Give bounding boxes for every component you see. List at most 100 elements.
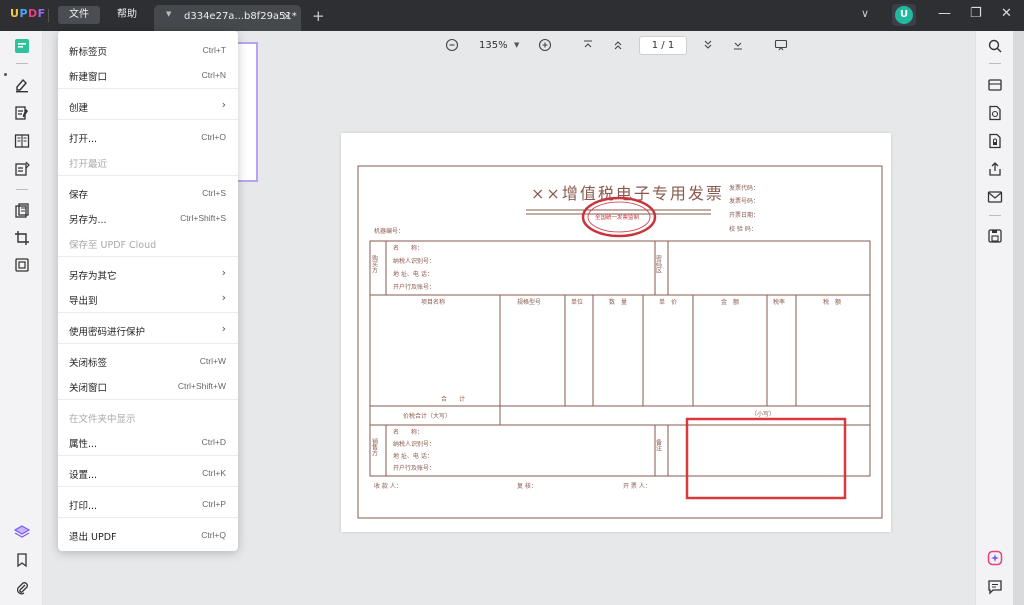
chevron-right-icon: ›	[221, 266, 226, 279]
invoice-drawing: ××增值税电子专用发票 全国统一发票监制 发票代码： 发票号码： 开票日期： 校…	[357, 165, 883, 519]
menu-item-label: 使用密码进行保护	[69, 327, 146, 338]
ocr-document-icon[interactable]	[14, 203, 30, 219]
tab-title: d334e27a...b8f29a51*	[184, 11, 297, 22]
menu-item-label: 关闭标签	[69, 358, 108, 369]
col-spec: 规格型号	[517, 298, 541, 306]
first-page-icon[interactable]	[581, 38, 595, 52]
page-number-input[interactable]: 1 / 1	[639, 36, 687, 55]
menu-item[interactable]: 关闭标签 Ctrl+W	[58, 351, 238, 371]
toolbar-separator	[16, 63, 28, 64]
close-window-icon[interactable]: ✕	[1001, 6, 1012, 21]
protect-icon[interactable]	[987, 133, 1003, 149]
page-thumbnail[interactable]	[236, 42, 258, 182]
menu-item[interactable]: 新建窗口 Ctrl+N	[58, 65, 238, 85]
new-tab-button[interactable]: +	[312, 7, 325, 25]
remark-label: 备注	[655, 438, 662, 452]
page-organize-icon[interactable]	[14, 133, 30, 149]
menu-item-shortcut: Ctrl+P	[202, 499, 226, 509]
menu-item-shortcut: Ctrl+Shift+S	[180, 213, 226, 223]
menu-item[interactable]: 导出到 ›	[58, 289, 238, 309]
menu-item[interactable]: 属性... Ctrl+D	[58, 432, 238, 452]
zoom-out-icon[interactable]	[445, 38, 459, 52]
chevron-down-icon[interactable]: ∨	[861, 7, 869, 20]
menu-item[interactable]: 退出 UPDF Ctrl+Q	[58, 525, 238, 545]
crop-icon[interactable]	[14, 230, 30, 246]
header-number-label: 发票号码：	[729, 197, 759, 205]
chevron-right-icon: ›	[221, 98, 226, 111]
left-toolbar	[0, 31, 43, 605]
menu-item[interactable]: 另存为其它 ›	[58, 264, 238, 284]
menu-separator	[58, 88, 238, 89]
previous-page-icon[interactable]	[611, 38, 625, 52]
seller-address-label: 地 址、电 话：	[393, 452, 433, 460]
save-icon[interactable]	[987, 228, 1003, 244]
amount-small-label: （小写）	[751, 410, 775, 418]
menu-item[interactable]: 另存为... Ctrl+Shift+S	[58, 208, 238, 228]
zoom-level[interactable]: 135%	[479, 40, 508, 51]
col-quantity: 数 量	[609, 298, 627, 306]
form-icon[interactable]	[14, 161, 30, 177]
menu-item-shortcut: Ctrl+T	[202, 45, 226, 55]
menu-item[interactable]: 打印... Ctrl+P	[58, 494, 238, 514]
tab-close-icon[interactable]: ×	[282, 9, 292, 23]
tab-dropdown-icon[interactable]: ▼	[166, 10, 171, 18]
menu-item-shortcut: Ctrl+O	[201, 132, 226, 142]
menu-item-label: 打开最近	[69, 159, 108, 170]
menu-item[interactable]: 保存 Ctrl+S	[58, 183, 238, 203]
col-amount: 金 额	[721, 298, 739, 306]
comment-icon[interactable]	[14, 77, 30, 93]
zoom-dropdown-icon[interactable]: ▼	[514, 41, 519, 49]
menu-item-label: 创建	[69, 103, 89, 114]
next-page-icon[interactable]	[701, 38, 715, 52]
convert-icon[interactable]	[987, 105, 1003, 121]
avatar-letter: U	[895, 6, 913, 24]
menu-item-label: 导出到	[69, 296, 98, 307]
comment-list-icon[interactable]	[987, 579, 1003, 595]
search-icon[interactable]	[987, 38, 1003, 54]
ai-assistant-icon[interactable]	[987, 550, 1003, 566]
buyer-bank-label: 开户行及账号：	[393, 283, 435, 291]
menu-item-shortcut: Ctrl+K	[202, 468, 226, 478]
invoice-title: ××增值税电子专用发票	[531, 184, 724, 203]
menu-item-label: 退出 UPDF	[69, 532, 117, 543]
attachment-icon[interactable]	[14, 580, 30, 596]
minimize-icon[interactable]: —	[938, 6, 951, 21]
seller-bank-label: 开户行及账号：	[393, 464, 435, 472]
chevron-right-icon: ›	[221, 322, 226, 335]
reader-mode-icon[interactable]	[14, 38, 30, 54]
menu-item[interactable]: 设置... Ctrl+K	[58, 463, 238, 483]
menu-item[interactable]: 关闭窗口 Ctrl+Shift+W	[58, 376, 238, 396]
bookmark-icon[interactable]	[14, 552, 30, 568]
restore-icon[interactable]: ❐	[970, 6, 982, 21]
menu-item[interactable]: 创建 ›	[58, 96, 238, 116]
toolbar-separator	[989, 63, 1001, 64]
menu-help[interactable]: 帮助	[106, 6, 148, 24]
edit-pdf-icon[interactable]	[14, 105, 30, 121]
presentation-icon[interactable]	[774, 38, 788, 52]
menu-item-label: 设置...	[69, 470, 98, 481]
document-tab[interactable]: ▼ d334e27a...b8f29a51* ×	[154, 5, 301, 31]
user-avatar[interactable]: U	[892, 4, 916, 26]
share-icon[interactable]	[987, 161, 1003, 177]
email-icon[interactable]	[987, 189, 1003, 205]
chevron-right-icon: ›	[221, 291, 226, 304]
menu-item-label: 打印...	[69, 501, 98, 512]
menu-item-label: 保存至 UPDF Cloud	[69, 240, 157, 251]
menu-separator	[58, 399, 238, 400]
total-label: 合 计	[441, 395, 465, 403]
menu-item[interactable]: 新标签页 Ctrl+T	[58, 40, 238, 60]
pdf-page[interactable]: ××增值税电子专用发票 全国统一发票监制 发票代码： 发票号码： 开票日期： 校…	[341, 133, 891, 532]
toolbar-separator	[989, 215, 1001, 216]
layers-icon[interactable]	[13, 524, 31, 540]
ocr-icon[interactable]	[987, 77, 1003, 93]
menu-item[interactable]: 使用密码进行保护 ›	[58, 320, 238, 340]
menu-file[interactable]: 文件	[58, 6, 100, 24]
last-page-icon[interactable]	[731, 38, 745, 52]
compress-icon[interactable]	[14, 257, 30, 273]
menu-item-label: 属性...	[69, 439, 98, 450]
menu-item[interactable]: 打开... Ctrl+O	[58, 127, 238, 147]
menu-item-shortcut: Ctrl+N	[201, 70, 226, 80]
buyer-taxid-label: 纳税人识别号：	[393, 257, 435, 265]
zoom-in-icon[interactable]	[538, 38, 552, 52]
updf-logo[interactable]: UPDF	[10, 7, 46, 20]
